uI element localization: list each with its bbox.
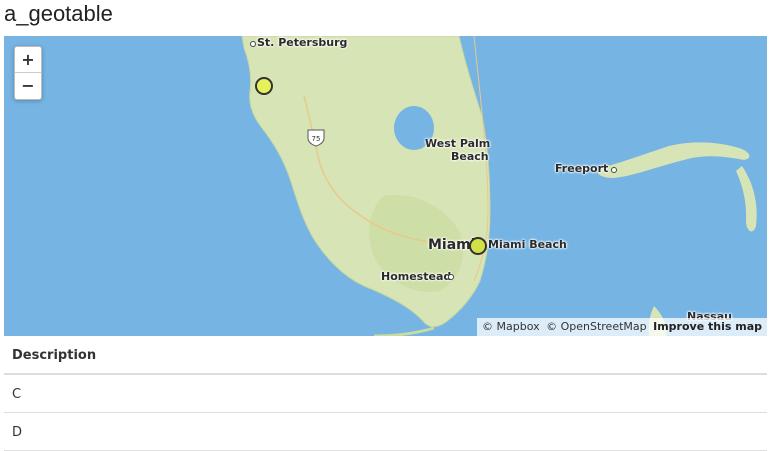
map-attribution: © Mapbox © OpenStreetMap Improve this ma…: [477, 318, 767, 336]
svg-text:75: 75: [312, 135, 321, 143]
map-marker-d[interactable]: [469, 237, 487, 255]
place-label: St. Petersburg: [257, 36, 348, 49]
city-dot: [611, 167, 617, 173]
column-header-description[interactable]: Description: [4, 336, 767, 375]
place-label: Miami Beach: [488, 238, 567, 251]
place-label: Homestead: [381, 270, 452, 283]
osm-attribution-link[interactable]: © OpenStreetMap: [546, 320, 647, 333]
place-label: Beach: [451, 150, 489, 163]
description-table: Description C D: [4, 336, 767, 451]
place-label: West Palm: [425, 137, 491, 150]
improve-map-link[interactable]: Improve this map: [653, 320, 762, 333]
map-marker-c[interactable]: [255, 77, 273, 95]
map-basemap[interactable]: 75: [4, 36, 767, 336]
table-row[interactable]: C: [4, 374, 767, 413]
city-dot: [448, 274, 454, 280]
map-view[interactable]: 75 + − St. Petersburg West Palm Beach Fr…: [4, 36, 767, 336]
page-title: a_geotable: [4, 1, 113, 26]
place-label: Freeport: [555, 162, 609, 175]
zoom-in-button[interactable]: +: [15, 47, 41, 73]
city-dot: [250, 41, 256, 47]
mapbox-attribution-link[interactable]: © Mapbox: [482, 320, 540, 333]
table-cell: D: [4, 412, 767, 451]
zoom-out-button[interactable]: −: [15, 73, 41, 99]
highway-shield: 75: [307, 129, 325, 147]
table-header-row: Description: [4, 336, 767, 375]
table-row[interactable]: D: [4, 412, 767, 451]
table-cell: C: [4, 374, 767, 413]
zoom-control[interactable]: + −: [14, 46, 42, 100]
